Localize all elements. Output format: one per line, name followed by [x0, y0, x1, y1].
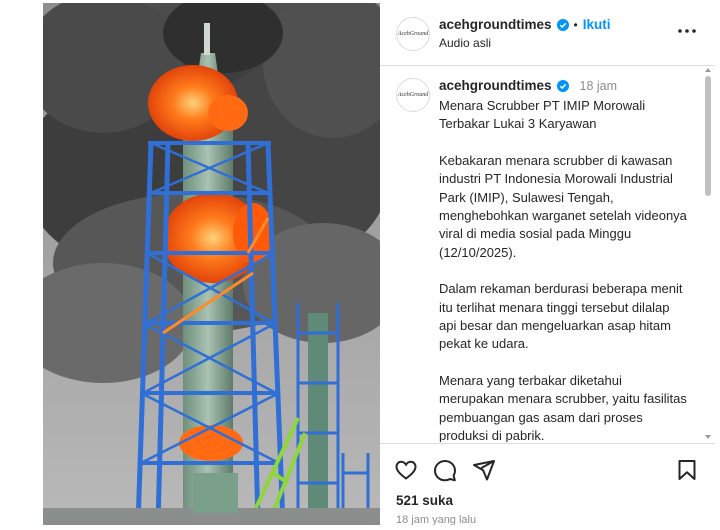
username-link[interactable]: acehgroundtimes [439, 17, 552, 32]
caption-avatar[interactable]: AcehGround [396, 78, 430, 112]
avatar-wordmark: AcehGround [397, 31, 429, 37]
caption-avatar-wordmark: AcehGround [397, 92, 429, 98]
caption-area[interactable]: AcehGround acehgroundtimes 18 jam Menara… [380, 66, 715, 442]
heart-icon[interactable] [394, 458, 418, 482]
share-icon[interactable] [472, 458, 496, 482]
caption-paragraph: Menara yang terbakar diketahui merupakan… [439, 372, 687, 442]
scroll-down-arrow-icon[interactable] [705, 434, 711, 440]
scroll-up-arrow-icon[interactable] [705, 67, 711, 73]
caption-text: Menara Scrubber PT IMIP Morowali Terbaka… [439, 97, 689, 442]
header-user-line: acehgroundtimes • Ikuti [439, 17, 611, 32]
verified-badge-icon [556, 18, 569, 31]
caption-paragraph: Kebakaran menara scrubber di kawasan ind… [439, 152, 687, 260]
post-video[interactable] [43, 3, 380, 525]
caption-title: Menara Scrubber PT IMIP Morowali Terbaka… [439, 98, 646, 132]
caption-scrollbar[interactable] [705, 76, 711, 196]
post-header: AcehGround acehgroundtimes • Ikuti Audio… [380, 3, 715, 66]
caption-time[interactable]: 18 jam [580, 79, 618, 93]
caption-header: acehgroundtimes 18 jam [439, 78, 617, 93]
comment-icon[interactable] [433, 458, 457, 482]
caption-username[interactable]: acehgroundtimes [439, 78, 552, 93]
audio-link[interactable]: Audio asli [439, 36, 491, 50]
bookmark-icon[interactable] [675, 458, 699, 482]
like-count[interactable]: 521 suka [396, 493, 453, 508]
verified-badge-icon [556, 79, 569, 92]
caption-paragraph: Dalam rekaman berdurasi beberapa menit i… [439, 281, 683, 352]
post-timestamp[interactable]: 18 jam yang lalu [396, 514, 476, 525]
separator-dot: • [573, 17, 578, 32]
post-side-panel: AcehGround acehgroundtimes • Ikuti Audio… [380, 3, 715, 525]
follow-button[interactable]: Ikuti [583, 17, 611, 32]
more-icon[interactable] [677, 27, 697, 35]
fire-tower-image [43, 3, 380, 525]
instagram-post: AcehGround acehgroundtimes • Ikuti Audio… [43, 3, 715, 525]
avatar[interactable]: AcehGround [396, 17, 430, 51]
action-bar: 521 suka 18 jam yang lalu [380, 443, 715, 525]
